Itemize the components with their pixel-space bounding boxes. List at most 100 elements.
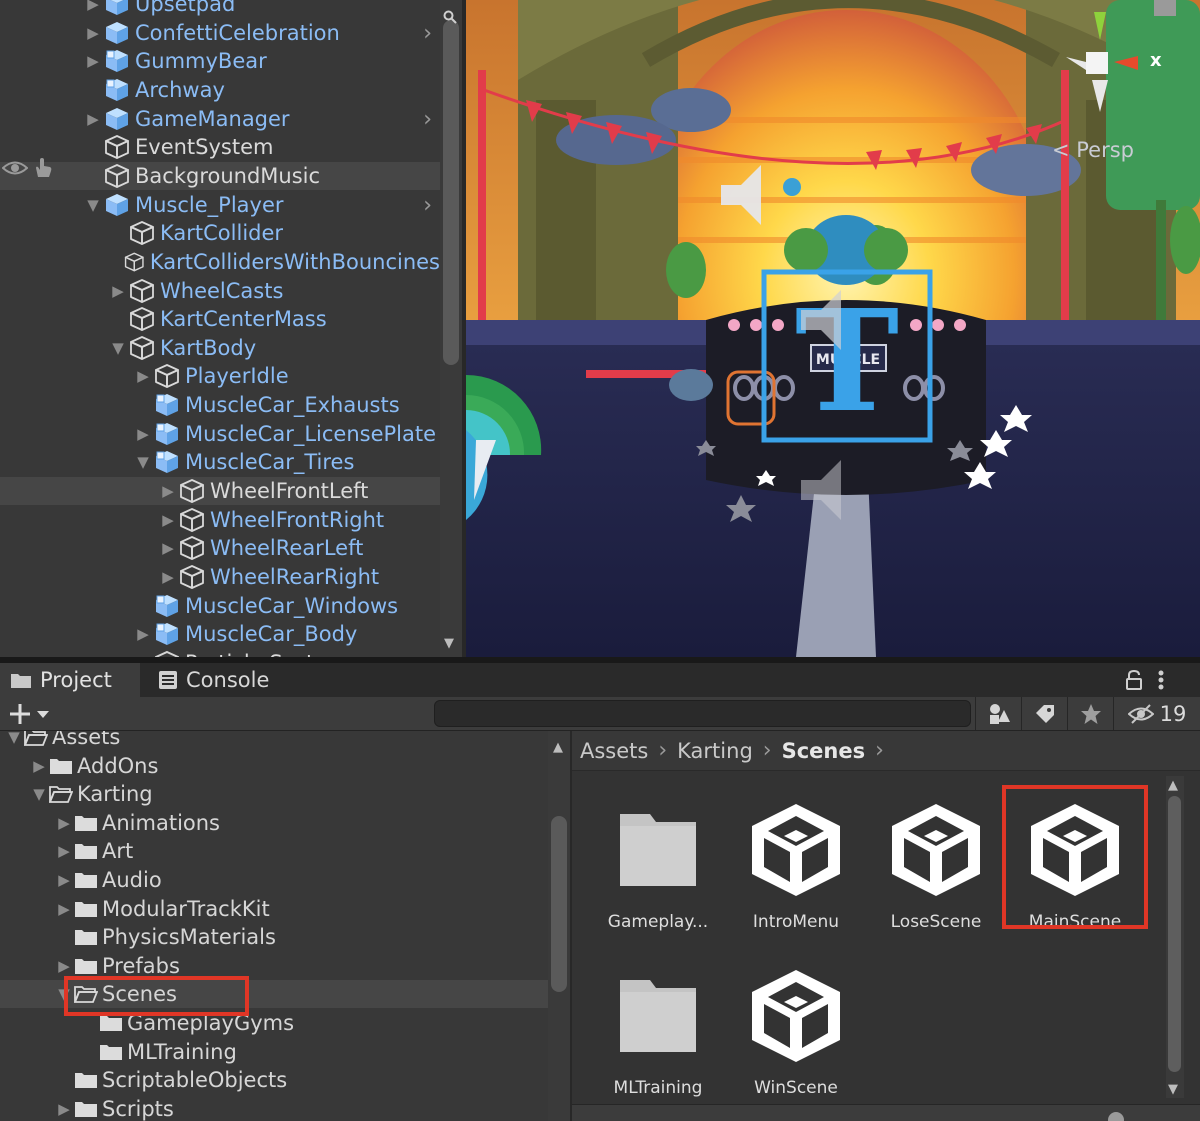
hierarchy-item[interactable]: ▼ KartBody: [0, 334, 440, 362]
hierarchy-item[interactable]: KartCollider: [0, 219, 440, 247]
favorite-button[interactable]: [1067, 697, 1113, 730]
create-button[interactable]: [8, 700, 56, 728]
hierarchy-item[interactable]: ▶ WheelRearLeft: [0, 534, 440, 562]
asset-item[interactable]: WinScene: [726, 956, 866, 1116]
asset-item[interactable]: Gameplay...: [588, 790, 728, 950]
expand-arrow-down-icon[interactable]: ▼: [29, 780, 49, 808]
hierarchy-item[interactable]: ▶ WheelFrontRight: [0, 506, 440, 534]
expand-arrow-right-icon[interactable]: ▶: [157, 563, 179, 591]
expand-arrow-right-icon[interactable]: ▶: [157, 534, 179, 562]
scroll-up-arrow-icon[interactable]: ▲: [553, 740, 563, 755]
folder-icon: [75, 815, 97, 831]
folder-tree-item[interactable]: ▶ Scripts: [0, 1095, 548, 1121]
perspective-label[interactable]: < Persp: [1052, 138, 1134, 162]
open-prefab-chevron-icon[interactable]: ›: [423, 107, 432, 132]
hierarchy-item[interactable]: MuscleCar_Exhausts: [0, 391, 440, 419]
shapes-icon: [989, 703, 1010, 724]
search-by-label-button[interactable]: [1021, 697, 1067, 730]
hierarchy-item[interactable]: ▶ GummyBear: [0, 47, 440, 75]
expand-arrow-right-icon[interactable]: ▶: [157, 477, 179, 505]
hierarchy-scroll-thumb[interactable]: [443, 20, 459, 365]
expand-arrow-right-icon[interactable]: ▶: [82, 0, 104, 18]
expand-arrow-right-icon[interactable]: ▶: [54, 866, 74, 894]
pickable-hand-icon[interactable]: [32, 157, 54, 179]
folder-tree-item[interactable]: ScriptableObjects: [0, 1066, 548, 1094]
hierarchy-item[interactable]: ▶ Upsetpad: [0, 0, 440, 18]
tab-console[interactable]: Console: [150, 663, 300, 697]
expand-arrow-down-icon[interactable]: ▼: [82, 191, 104, 219]
hierarchy-item[interactable]: ▼ MuscleCar_Tires: [0, 448, 440, 476]
expand-arrow-right-icon[interactable]: ▶: [82, 105, 104, 133]
expand-arrow-right-icon[interactable]: ▶: [82, 47, 104, 75]
hidden-packages-button[interactable]: 19: [1113, 697, 1200, 730]
folder-tree-item[interactable]: MLTraining: [0, 1038, 548, 1066]
expand-arrow-right-icon[interactable]: ▶: [54, 895, 74, 923]
breadcrumb-separator-icon[interactable]: ›: [875, 738, 884, 763]
hierarchy-item[interactable]: MuscleCar_Windows: [0, 592, 440, 620]
hierarchy-item[interactable]: ▶ MuscleCar_Body: [0, 620, 440, 648]
scroll-down-arrow-icon[interactable]: ▼: [444, 636, 458, 651]
expand-arrow-right-icon[interactable]: ▶: [54, 837, 74, 865]
tab-project[interactable]: Project: [0, 663, 140, 697]
expand-arrow-right-icon[interactable]: ▶: [132, 620, 154, 648]
expand-arrow-down-icon[interactable]: ▼: [4, 731, 24, 751]
open-prefab-chevron-icon[interactable]: ›: [423, 193, 432, 218]
scene-view[interactable]: MUSCLE T < Persp x: [466, 0, 1200, 657]
folder-tree-scroll-thumb[interactable]: [551, 816, 567, 992]
hierarchy-item[interactable]: KartCenterMass: [0, 305, 440, 333]
folder-tree-item[interactable]: ▼ Karting: [0, 780, 548, 808]
hierarchy-item[interactable]: ▶ WheelCasts: [0, 277, 440, 305]
gizmo-x-axis-label[interactable]: x: [1150, 50, 1162, 71]
hierarchy-item[interactable]: Archway: [0, 76, 440, 104]
hierarchy-item-label: Upsetpad: [135, 0, 236, 16]
folder-tree-item[interactable]: PhysicsMaterials: [0, 923, 548, 951]
hierarchy-item[interactable]: ▶ MuscleCar_LicensePlate: [0, 420, 440, 448]
breadcrumb-karting[interactable]: Karting: [677, 739, 753, 763]
expand-arrow-right-icon[interactable]: ▶: [54, 1095, 74, 1121]
folder-tree-item[interactable]: ▶ AddOns: [0, 752, 548, 780]
open-prefab-chevron-icon[interactable]: ›: [423, 21, 432, 46]
search-input[interactable]: [434, 700, 971, 727]
expand-arrow-right-icon[interactable]: ▶: [132, 362, 154, 390]
hierarchy-item[interactable]: EventSystem: [0, 133, 440, 161]
hierarchy-item[interactable]: ▶ WheelFrontLeft: [0, 477, 440, 506]
hierarchy-item[interactable]: ▶ ConfettiCelebration ›: [0, 19, 440, 47]
search-by-type-button[interactable]: [975, 697, 1021, 730]
expand-arrow-right-icon[interactable]: ▶: [29, 752, 49, 780]
asset-item[interactable]: MLTraining: [588, 956, 728, 1116]
expand-arrow-down-icon[interactable]: ▼: [132, 448, 154, 476]
expand-arrow-right-icon[interactable]: ▶: [82, 19, 104, 47]
asset-item[interactable]: LoseScene: [866, 790, 1006, 950]
lock-icon[interactable]: [1124, 669, 1144, 691]
more-options-icon[interactable]: [1155, 668, 1167, 692]
expand-arrow-right-icon[interactable]: ▶: [54, 809, 74, 837]
zoom-slider-handle[interactable]: [1108, 1112, 1124, 1121]
folder-tree-item[interactable]: ▼ Assets: [0, 731, 548, 751]
eye-icon[interactable]: [2, 159, 28, 177]
folder-tree: ▼ Assets ▶ AddOns ▼ Karting ▶ Animations ▶ Art ▶ Au…: [0, 731, 548, 1121]
folder-tree-item[interactable]: ▶ Art: [0, 837, 548, 865]
hierarchy-item[interactable]: ▶ WheelRearRight: [0, 563, 440, 591]
hierarchy-item[interactable]: ▶ PlayerIdle: [0, 362, 440, 390]
folder-tree-item[interactable]: ▶ ModularTrackKit: [0, 895, 548, 923]
folder-tree-item[interactable]: ▶ Audio: [0, 866, 548, 894]
hierarchy-item[interactable]: ▶ GameManager ›: [0, 105, 440, 133]
expand-arrow-down-icon[interactable]: ▼: [107, 334, 129, 362]
asset-grid-scroll-thumb[interactable]: [1168, 796, 1181, 1072]
asset-item-label: IntroMenu: [752, 912, 840, 932]
hierarchy-item[interactable]: Particle System: [0, 649, 440, 657]
scroll-up-arrow-icon[interactable]: ▲: [1168, 778, 1178, 793]
breadcrumb-scenes[interactable]: Scenes: [782, 739, 866, 763]
scroll-down-arrow-icon[interactable]: ▼: [1168, 1082, 1178, 1097]
hierarchy-item[interactable]: ▼ Muscle_Player ›: [0, 191, 440, 219]
breadcrumb-assets[interactable]: Assets: [580, 739, 648, 763]
folder-tree-item[interactable]: ▶ Animations: [0, 809, 548, 837]
expand-arrow-right-icon[interactable]: ▶: [107, 277, 129, 305]
asset-item[interactable]: IntroMenu: [726, 790, 866, 950]
expand-arrow-right-icon[interactable]: ▶: [157, 506, 179, 534]
hierarchy-item[interactable]: KartCollidersWithBouncines: [0, 248, 440, 276]
hierarchy-item[interactable]: BackgroundMusic: [0, 161, 440, 190]
model-prefab-icon: [156, 623, 178, 646]
expand-arrow-right-icon[interactable]: ▶: [132, 420, 154, 448]
